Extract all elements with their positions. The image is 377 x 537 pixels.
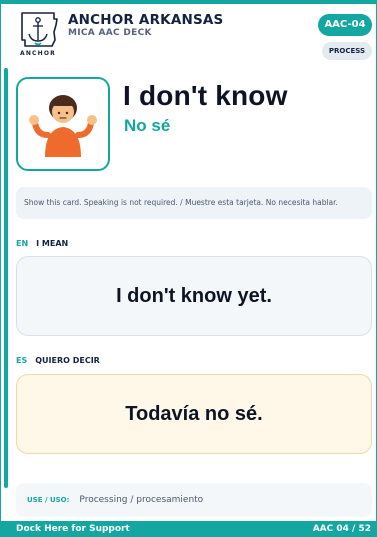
header: ANCHOR ANCHOR ARKANSAS MICA AAC DECK AAC…: [0, 4, 377, 60]
use-box: USE / USO: Processing / procesamiento: [16, 483, 372, 517]
svg-text:ANCHOR: ANCHOR: [20, 50, 56, 57]
spanish-phrase-text: Todavía no sé.: [125, 402, 263, 425]
english-label: I MEAN: [36, 238, 69, 248]
card-code-badge: AAC-04: [318, 14, 372, 36]
instruction-note: Show this card. Speaking is not required…: [16, 187, 372, 219]
brand-name: ANCHOR ARKANSAS: [68, 12, 224, 28]
deck-name: MICA AAC DECK: [68, 28, 152, 38]
left-accent-rail: [4, 68, 8, 488]
english-phrase-card[interactable]: I don't know yet.: [16, 256, 372, 336]
use-value: Processing / procesamiento: [79, 495, 204, 505]
footer: Dock Here for Support AAC 04 / 52: [0, 521, 377, 537]
use-label: USE / USO:: [27, 496, 70, 504]
footer-page-counter: AAC 04 / 52: [312, 524, 371, 534]
symbol-card: [16, 77, 110, 171]
english-phrase-text: I don't know yet.: [116, 284, 272, 307]
spanish-label-row: ES QUIERO DECIR: [16, 353, 100, 367]
spanish-language-code: ES: [16, 355, 28, 365]
shrugging-person-icon: [29, 95, 97, 157]
spanish-label: QUIERO DECIR: [35, 355, 100, 365]
category-badge: PROCESS: [322, 42, 372, 60]
card-subtitle-spanish: No sé: [124, 116, 171, 135]
english-label-row: EN I MEAN: [16, 236, 68, 250]
spanish-phrase-card[interactable]: Todavía no sé.: [16, 374, 372, 454]
anchor-logo-icon: ANCHOR: [20, 12, 58, 57]
english-language-code: EN: [16, 238, 29, 248]
footer-support-link[interactable]: Dock Here for Support: [16, 524, 130, 534]
card-title: I don't know: [123, 80, 288, 111]
